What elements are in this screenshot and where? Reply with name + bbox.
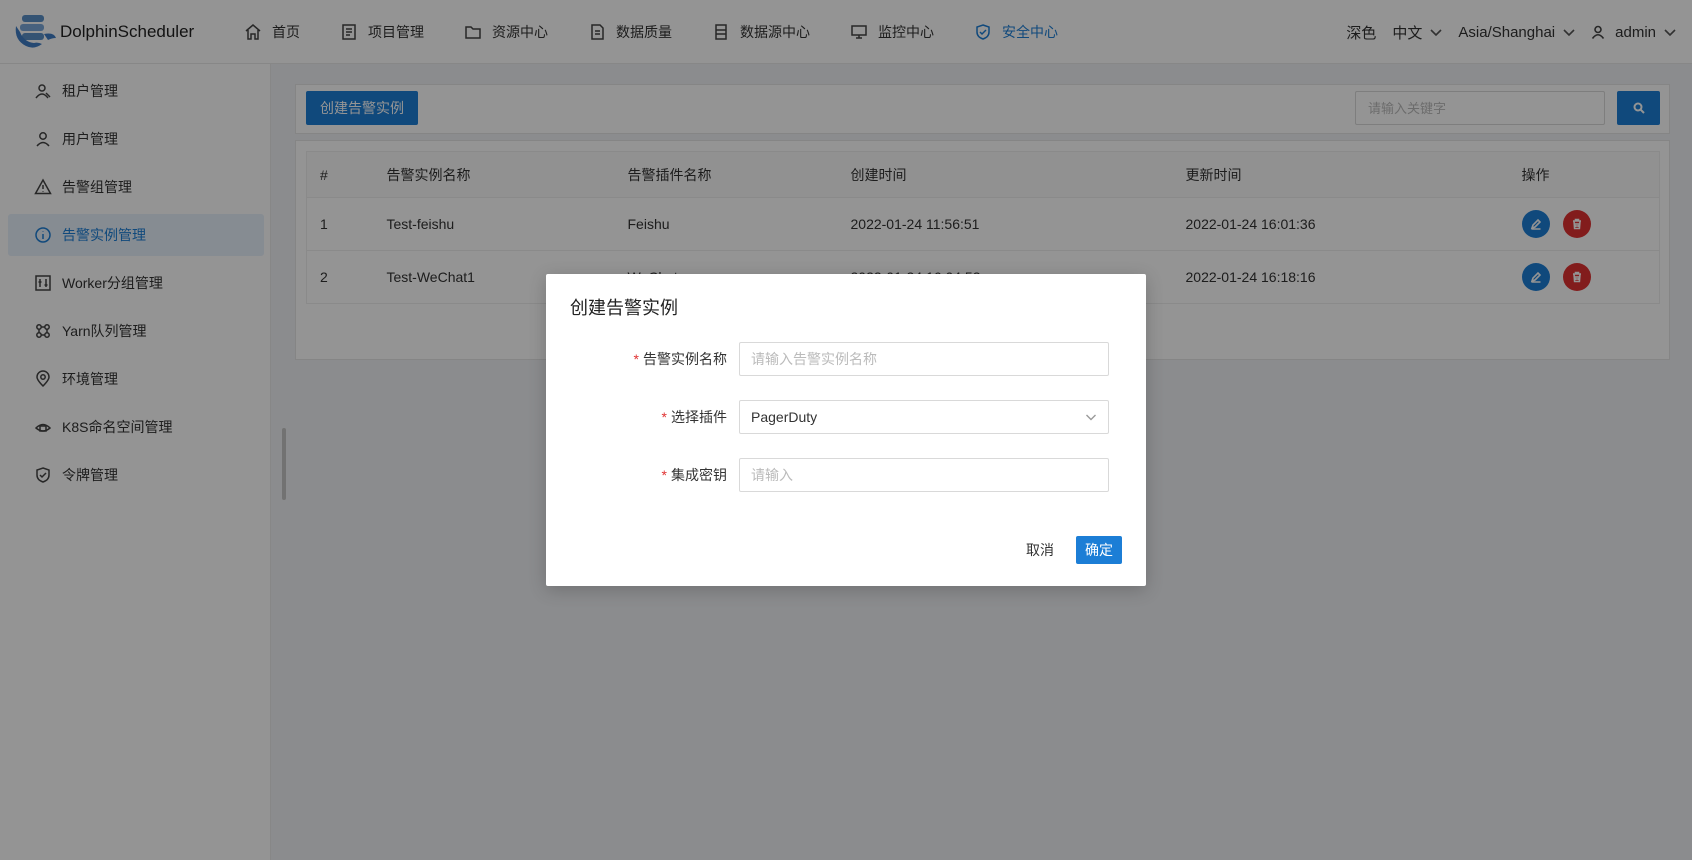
confirm-button[interactable]: 确定 (1076, 536, 1122, 564)
form-label: * 告警实例名称 (633, 351, 727, 367)
form-label: * 集成密钥 (661, 467, 727, 483)
form-row-instance-name: * 告警实例名称 (546, 342, 1146, 376)
integration-key-input[interactable] (739, 458, 1109, 492)
form-row-plugin: * 选择插件 PagerDuty (546, 400, 1146, 434)
chevron-down-icon (1086, 414, 1096, 421)
form-row-integration-key: * 集成密钥 (546, 458, 1146, 492)
cancel-button[interactable]: 取消 (1016, 536, 1064, 564)
modal-title: 创建告警实例 (570, 298, 678, 318)
required-mark: * (661, 409, 667, 425)
form-label: * 选择插件 (661, 409, 727, 425)
required-mark: * (633, 351, 639, 367)
plugin-select-value: PagerDuty (751, 409, 818, 425)
instance-name-input[interactable] (739, 342, 1109, 376)
required-mark: * (661, 467, 667, 483)
modal-footer: 取消 确定 (1016, 536, 1122, 564)
plugin-select[interactable]: PagerDuty (739, 400, 1109, 434)
create-alarm-instance-modal: 创建告警实例 *告警实例名称 *选择插件 PagerDuty *集成密钥 取消 … (546, 274, 1146, 586)
